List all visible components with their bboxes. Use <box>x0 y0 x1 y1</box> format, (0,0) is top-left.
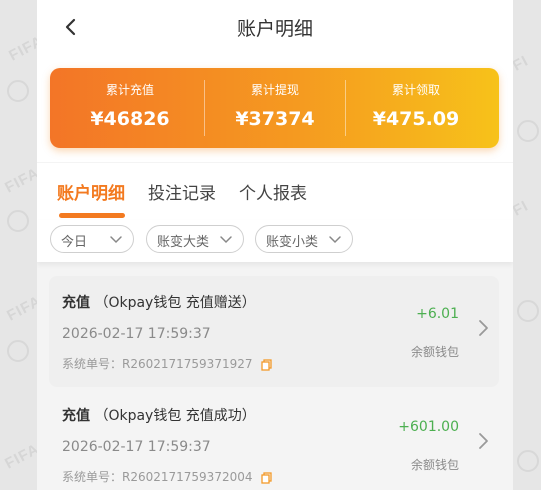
stat-total-claimed: 累计领取 ¥475.09 <box>346 68 486 148</box>
record-order: 系统单号：R2602171759372004 <box>62 468 272 485</box>
football-icon <box>7 80 29 102</box>
record-time: 2026-02-17 17:59:37 <box>62 326 211 342</box>
football-icon <box>7 210 29 232</box>
filter-date-dropdown[interactable]: 今日 <box>50 225 134 253</box>
app-screen: 账户明细 累计充值 ¥46826 累计提现 ¥37374 累计领取 ¥475.0… <box>37 0 513 490</box>
record-order: 系统单号：R2602171759371927 <box>62 355 272 372</box>
summary-card: 累计充值 ¥46826 累计提现 ¥37374 累计领取 ¥475.09 <box>50 68 499 148</box>
stat-label: 累计充值 <box>105 83 154 97</box>
filter-label: 账变小类 <box>266 235 319 250</box>
filter-label: 今日 <box>61 235 88 250</box>
filter-bar: 今日 账变大类 账变小类 <box>37 220 513 262</box>
record-amount: +6.01 <box>416 306 459 322</box>
record-wallet: 余额钱包 <box>410 458 459 472</box>
record-detail: （Okpay钱包 充值成功） <box>94 408 256 424</box>
tab-personal-report[interactable]: 个人报表 <box>239 179 307 204</box>
record-amount: +601.00 <box>398 419 459 435</box>
record-detail: （Okpay钱包 充值赠送） <box>94 295 256 311</box>
record-title: 充值 （Okpay钱包 充值成功） <box>62 405 256 425</box>
chevron-right-icon[interactable] <box>477 431 489 451</box>
football-icon <box>517 120 539 142</box>
record-card[interactable]: 充值 （Okpay钱包 充值赠送） 2026-02-17 17:59:37 系统… <box>49 276 499 387</box>
watermark-logo: FI <box>509 197 532 220</box>
record-type: 充值 <box>62 295 90 311</box>
record-order-number: 系统单号：R2602171759372004 <box>62 470 253 484</box>
stat-label: 累计提现 <box>250 83 299 97</box>
stat-value: ¥475.09 <box>372 108 460 130</box>
record-type: 充值 <box>62 408 90 424</box>
filter-label: 账变大类 <box>157 235 210 250</box>
tab-account-details[interactable]: 账户明细 <box>57 179 125 204</box>
active-tab-indicator <box>59 213 125 218</box>
record-title: 充值 （Okpay钱包 充值赠送） <box>62 292 256 312</box>
chevron-down-icon <box>220 236 232 244</box>
stat-total-recharge: 累计充值 ¥46826 <box>60 68 200 148</box>
watermark-logo: FI <box>509 52 532 75</box>
filter-major-category-dropdown[interactable]: 账变大类 <box>146 225 244 253</box>
copy-icon[interactable] <box>260 471 272 484</box>
header: 账户明细 累计充值 ¥46826 累计提现 ¥37374 累计领取 ¥475.0… <box>37 0 513 162</box>
tab-bar: 账户明细 投注记录 个人报表 <box>37 163 513 220</box>
chevron-down-icon <box>110 236 122 244</box>
copy-icon[interactable] <box>260 358 272 371</box>
page-title: 账户明细 <box>236 18 313 40</box>
stat-label: 累计领取 <box>391 83 440 97</box>
football-icon <box>7 340 29 362</box>
stat-value: ¥46826 <box>90 108 170 130</box>
football-icon <box>517 450 539 472</box>
chevron-right-icon[interactable] <box>477 318 489 338</box>
stat-total-withdraw: 累计提现 ¥37374 <box>205 68 345 148</box>
tab-bet-records[interactable]: 投注记录 <box>148 179 216 204</box>
record-time: 2026-02-17 17:59:37 <box>62 439 211 455</box>
record-wallet: 余额钱包 <box>410 345 459 359</box>
football-icon <box>517 300 539 322</box>
stat-value: ¥37374 <box>235 108 315 130</box>
chevron-down-icon <box>329 236 341 244</box>
filter-minor-category-dropdown[interactable]: 账变小类 <box>255 225 353 253</box>
record-order-number: 系统单号：R2602171759371927 <box>62 357 253 371</box>
record-card[interactable]: 充值 （Okpay钱包 充值成功） 2026-02-17 17:59:37 系统… <box>49 389 499 490</box>
